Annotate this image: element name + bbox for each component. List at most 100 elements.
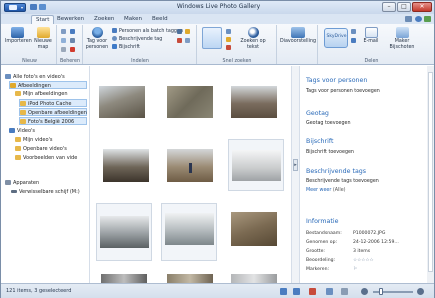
tag-voor-personen-label: Tag voor personen: [85, 39, 109, 50]
geotag-icon[interactable]: [177, 29, 182, 34]
folder-icon: [15, 146, 21, 151]
close-button[interactable]: ✕: [412, 2, 432, 12]
email-button[interactable]: E-mail: [359, 27, 383, 45]
nav-item-label: iPod Photo Cache: [28, 101, 72, 107]
people-filter-button[interactable]: [201, 27, 223, 50]
rating-filter-icon[interactable]: [226, 37, 231, 42]
meer-weer-link[interactable]: Meer weer (Alle): [306, 188, 346, 193]
import-icon: [10, 27, 24, 38]
group-diavoorstelling: Diavoorstelling: [278, 25, 318, 64]
maximize-button[interactable]: □: [397, 2, 411, 12]
rename-icon[interactable]: [61, 38, 66, 43]
zoeken-op-tekst-label: Zoeken op tekst: [240, 39, 266, 50]
rotate-left-icon[interactable]: [280, 288, 287, 295]
zoom-slider-knob[interactable]: [379, 288, 383, 295]
share-up-icon[interactable]: [351, 29, 356, 34]
help-icon[interactable]: [415, 16, 422, 22]
photo-partial[interactable]: [231, 274, 277, 283]
nav-item-openbare-afbeeldingen[interactable]: Openbare afbeeldingen: [19, 108, 87, 116]
flag-filter-icon[interactable]: [226, 45, 231, 50]
caption-icon: [112, 44, 117, 49]
photo-thumbnail[interactable]: [165, 82, 215, 122]
importeren-label: Importeren: [5, 39, 32, 44]
bijschrift-add[interactable]: Bijschrift toevoegen: [306, 150, 354, 155]
diavoorstelling-button[interactable]: Diavoorstelling: [279, 27, 317, 45]
photo-thumbnail-selected[interactable]: [96, 203, 152, 261]
tab-zoeken[interactable]: Zoeken: [90, 15, 118, 24]
nieuwe-map-button[interactable]: Nieuwe map: [31, 27, 55, 50]
skydrive-button[interactable]: SkyDrive: [322, 28, 349, 49]
minimize-ribbon-icon[interactable]: [405, 16, 412, 22]
rotate-icon[interactable]: [185, 38, 190, 43]
photo-thumbnail[interactable]: [165, 145, 215, 185]
geotag-add[interactable]: Geotag toevoegen: [306, 121, 351, 126]
delete-status-icon[interactable]: [309, 288, 316, 295]
pictures-folder-icon: [10, 83, 16, 88]
account-icon[interactable]: [424, 16, 431, 22]
rating-stars[interactable]: ☆☆☆☆☆: [353, 258, 374, 263]
nav-item-ipod-photo-cache[interactable]: iPod Photo Cache: [19, 99, 87, 107]
zoom-in-icon[interactable]: [417, 288, 424, 295]
nav-item-voorbeelden[interactable]: Voorbeelden van vide: [15, 154, 89, 162]
rotate-right-icon[interactable]: [293, 288, 300, 295]
date-filter-icon[interactable]: [226, 29, 231, 34]
save-icon[interactable]: [30, 4, 37, 10]
copy-icon[interactable]: [70, 29, 75, 34]
info-value: P1000072.JPG: [353, 231, 386, 236]
nav-item-verwisselbare-schijf[interactable]: Verwisselbare schijf (M:): [11, 188, 80, 196]
delete-icon[interactable]: [70, 47, 75, 52]
zoeken-op-tekst-button[interactable]: Zoeken op tekst: [238, 27, 268, 50]
chevron-right-icon[interactable]: ▸: [293, 159, 298, 171]
nav-item-afbeeldingen[interactable]: Afbeeldingen: [9, 81, 87, 89]
photo-partial[interactable]: [167, 274, 213, 283]
photo-thumbnail-selected[interactable]: [161, 203, 217, 261]
bijschrift-ribbon-label: Bijschrift: [119, 45, 140, 50]
info-toggle-icon[interactable]: [341, 288, 348, 295]
nav-item-mijn-videos[interactable]: Mijn video's: [15, 136, 53, 144]
flag-toggle[interactable]: ⚐: [353, 267, 357, 272]
properties-icon[interactable]: [70, 38, 75, 43]
zoom-slider[interactable]: [373, 288, 413, 295]
person-icon: [91, 27, 103, 38]
personen-batch-button[interactable]: Personen als batch taggen: [112, 28, 183, 34]
nav-item-fotos-belgie[interactable]: Foto's België 2006: [19, 117, 87, 125]
photo-partial[interactable]: [101, 274, 147, 283]
beschrijvende-tags-add[interactable]: Beschrijvende tags toevoegen: [306, 179, 379, 184]
group-delen-label: Delen: [364, 59, 379, 64]
drive-icon: [11, 190, 17, 193]
nav-item-openbare-videos[interactable]: Openbare video's: [15, 145, 67, 153]
minimize-button[interactable]: –: [382, 2, 396, 12]
beschrijvende-tag-button[interactable]: Beschrijvende tag: [112, 36, 162, 42]
nav-item-mijn-afbeeldingen[interactable]: Mijn afbeeldingen: [15, 90, 68, 98]
tag-voor-personen-button[interactable]: Tag voor personen: [85, 27, 109, 50]
pane-splitter[interactable]: ▸: [291, 66, 300, 283]
tab-beeld[interactable]: Beeld: [148, 15, 172, 24]
slideshow-status-icon[interactable]: [326, 288, 333, 295]
tab-bewerken[interactable]: Bewerken: [53, 15, 88, 24]
info-scrollbar[interactable]: [427, 66, 434, 283]
share-down-icon[interactable]: [351, 38, 356, 43]
photo-thumbnail[interactable]: [97, 82, 147, 122]
photo-thumbnail[interactable]: [229, 208, 279, 248]
tags-personen-add[interactable]: Tags voor personen toevoegen: [306, 89, 380, 94]
people-icon: [112, 28, 117, 33]
photo-thumbnail[interactable]: [101, 145, 151, 185]
star-icon[interactable]: [185, 29, 190, 34]
select-icon[interactable]: [61, 29, 66, 34]
zoom-out-icon[interactable]: [361, 288, 368, 295]
nav-item-videos[interactable]: Video's: [9, 127, 35, 135]
tab-maken[interactable]: Maken: [120, 15, 146, 24]
flag-icon[interactable]: [177, 38, 182, 43]
bijschrift-button[interactable]: Bijschrift: [112, 44, 140, 50]
scrollbar-thumb[interactable]: [428, 72, 433, 272]
app-menu-button[interactable]: ▾: [4, 3, 26, 12]
nav-item-apparaten[interactable]: Apparaten: [5, 179, 39, 187]
importeren-button[interactable]: Importeren: [5, 27, 32, 45]
tab-start[interactable]: Start: [31, 15, 55, 24]
photo-thumbnail[interactable]: [229, 82, 279, 122]
move-icon[interactable]: [61, 47, 66, 52]
maker-button[interactable]: Maker Bijschoten: [385, 27, 419, 50]
photo-thumbnail-selected[interactable]: [228, 139, 284, 191]
nav-item-alle-fotos[interactable]: Alle foto's en video's: [5, 73, 65, 81]
folder-icon: [20, 119, 26, 124]
